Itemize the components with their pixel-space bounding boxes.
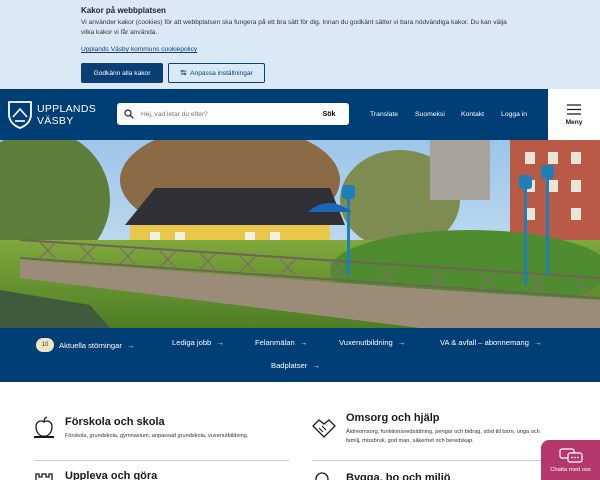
search-button[interactable]: Sök bbox=[309, 103, 349, 125]
nav-login[interactable]: Logga in bbox=[501, 111, 527, 118]
quick-link-fault-report[interactable]: Felanmälan → bbox=[255, 338, 307, 347]
arrow-right-icon: → bbox=[216, 338, 224, 347]
quick-link-label: VA & avfall – abonnemang bbox=[440, 338, 529, 347]
card-desc: Äldreomsorg, funktionsnedsättning, penga… bbox=[346, 429, 540, 444]
chat-button[interactable]: Chatta med oss bbox=[541, 440, 600, 480]
arrow-right-icon: → bbox=[126, 340, 135, 350]
quick-link-label: Aktuella störningar bbox=[59, 340, 122, 350]
nav-translate[interactable]: Translate bbox=[370, 111, 398, 118]
card-divider bbox=[34, 460, 289, 461]
quick-link-label: Vuxenutbildning bbox=[339, 338, 393, 347]
handshake-icon bbox=[312, 419, 336, 438]
cookie-policy-link[interactable]: Upplands Väsby kommuns cookiepolicy bbox=[81, 46, 197, 53]
arrow-right-icon: → bbox=[299, 338, 308, 347]
logo-line2: VÄSBY bbox=[37, 115, 74, 127]
card-title: Omsorg och hjälp bbox=[346, 412, 440, 424]
quick-link-label: Felanmälan bbox=[255, 338, 295, 347]
card-title: Förskola och skola bbox=[65, 416, 165, 428]
cookie-settings-label: Anpassa inställningar bbox=[190, 69, 253, 77]
quick-links: 10 Aktuella störningar → Lediga jobb → F… bbox=[0, 328, 600, 382]
arrow-right-icon: → bbox=[312, 361, 320, 370]
card-title: Bygga, bo och miljö bbox=[346, 472, 451, 480]
category-card-experience[interactable]: Uppleva och göra bbox=[34, 470, 284, 480]
disturbances-count-badge: 10 bbox=[36, 338, 54, 352]
site-logo[interactable]: UPPLANDS VÄSBY bbox=[7, 99, 102, 131]
quick-link-label: Badplatser bbox=[271, 361, 308, 370]
cookie-banner: Kakor på webbplatsen Vi använder kakor (… bbox=[0, 0, 600, 89]
card-desc: Förskola, grundskola, gymnasium, anpassa… bbox=[65, 433, 249, 439]
cookie-title: Kakor på webbplatsen bbox=[81, 6, 166, 15]
chat-label: Chatta med oss bbox=[550, 466, 591, 473]
search-bar: Sök bbox=[117, 103, 349, 125]
quick-link-adult-education[interactable]: Vuxenutbildning → bbox=[339, 338, 405, 347]
category-card-care[interactable]: Omsorg och hjälp Äldreomsorg, funktionsn… bbox=[312, 412, 547, 446]
quick-link-disturbances[interactable]: 10 Aktuella störningar → bbox=[36, 338, 135, 352]
menu-label: Meny bbox=[565, 118, 583, 126]
tree-icon bbox=[315, 472, 329, 480]
coat-of-arms-icon bbox=[8, 101, 32, 129]
hamburger-icon bbox=[567, 103, 581, 115]
category-card-housing[interactable]: Bygga, bo och miljö bbox=[312, 472, 542, 480]
card-title: Uppleva och göra bbox=[65, 470, 158, 480]
logo-line1: UPPLANDS bbox=[37, 103, 97, 115]
quick-link-label: Lediga jobb bbox=[172, 338, 212, 347]
quick-link-beaches[interactable]: Badplatser → bbox=[271, 361, 320, 370]
castle-icon bbox=[35, 473, 53, 480]
accept-cookies-button[interactable]: Godkänn alla kakor bbox=[81, 63, 163, 83]
category-card-school[interactable]: Förskola och skola Förskola, grundskola,… bbox=[34, 416, 284, 441]
quick-link-water-waste[interactable]: VA & avfall – abonnemang → bbox=[440, 338, 542, 347]
search-input[interactable] bbox=[141, 110, 301, 118]
chat-bubbles-icon bbox=[558, 447, 583, 463]
site-header: UPPLANDS VÄSBY Sök Translate Suomeksi Ko… bbox=[0, 89, 600, 140]
arrow-right-icon: → bbox=[397, 338, 406, 347]
hero-image bbox=[0, 140, 600, 328]
search-icon bbox=[117, 109, 141, 119]
cookie-settings-button[interactable]: Anpassa inställningar bbox=[168, 63, 265, 83]
nav-kontakt[interactable]: Kontakt bbox=[461, 111, 484, 118]
card-divider bbox=[312, 460, 542, 461]
nav-suomeksi[interactable]: Suomeksi bbox=[415, 111, 445, 118]
cookie-text: Vi använder kakor (cookies) för att webb… bbox=[81, 19, 507, 36]
apple-icon bbox=[34, 416, 54, 438]
menu-button[interactable]: Meny bbox=[548, 89, 600, 140]
arrow-right-icon: → bbox=[533, 338, 542, 347]
settings-icon bbox=[180, 69, 187, 78]
quick-link-jobs[interactable]: Lediga jobb → bbox=[172, 338, 224, 347]
